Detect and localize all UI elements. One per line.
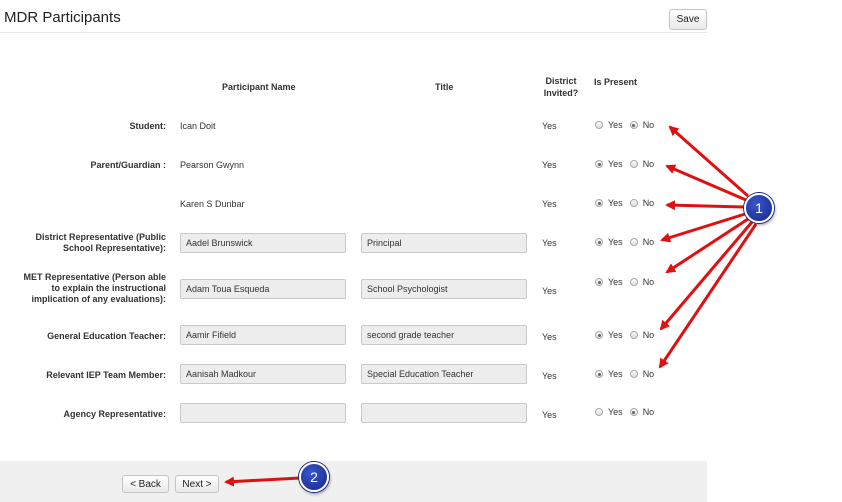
callout-arrow bbox=[660, 212, 746, 243]
callout-badge-2: 2 bbox=[299, 462, 329, 492]
callout-arrow bbox=[224, 476, 301, 487]
annotation-arrows bbox=[224, 125, 758, 487]
callout-arrow bbox=[659, 221, 754, 331]
callout-arrow bbox=[665, 200, 745, 211]
callout-badge-1: 1 bbox=[744, 193, 774, 223]
